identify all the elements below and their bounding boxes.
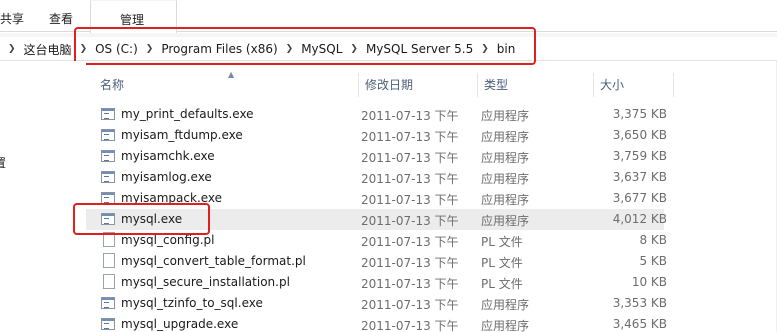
sort-up-icon: ▲	[228, 70, 235, 79]
file-name: my_print_defaults.exe	[121, 107, 254, 121]
file-date: 2011-07-13 下午	[361, 172, 459, 186]
file-name: mysql_upgrade.exe	[121, 317, 239, 331]
file-size: 3,637 KB	[612, 170, 667, 184]
file-date: 2011-07-13 下午	[361, 298, 459, 312]
exe-icon	[101, 171, 115, 183]
column-header-type[interactable]: 类型	[478, 73, 594, 97]
column-header-type-label: 类型	[484, 78, 509, 92]
file-type: 应用程序	[481, 109, 530, 123]
document-icon	[103, 274, 115, 289]
tab-manage-label: 管理	[120, 13, 145, 27]
file-date: 2011-07-13 下午	[361, 214, 459, 228]
file-type: PL 文件	[481, 256, 523, 270]
file-type: 应用程序	[481, 319, 530, 332]
column-headers: ▲ 名称 修改日期 类型 大小	[86, 70, 777, 97]
file-type: PL 文件	[481, 277, 523, 291]
exe-icon	[101, 318, 115, 330]
file-date: 2011-07-13 下午	[361, 256, 459, 270]
file-date: 2011-07-13 下午	[361, 235, 459, 249]
file-size: 3,375 KB	[612, 107, 667, 121]
file-type: PL 文件	[481, 235, 523, 249]
file-date: 2011-07-13 下午	[361, 109, 459, 123]
column-header-size[interactable]: 大小	[594, 73, 674, 97]
column-header-date[interactable]: 修改日期	[359, 73, 478, 97]
file-name: myisamchk.exe	[121, 149, 215, 163]
exe-icon	[101, 150, 115, 162]
column-header-name-label: 名称	[100, 78, 125, 92]
file-name: mysql_secure_installation.pl	[121, 275, 290, 289]
file-type: 应用程序	[481, 130, 530, 144]
column-header-date-label: 修改日期	[365, 78, 414, 92]
exe-icon	[101, 108, 115, 120]
mysql-exe-highlight-box	[73, 203, 210, 235]
file-row[interactable]: mysql_tzinfo_to_sql.exe 2011-07-13 下午 应用…	[86, 293, 777, 314]
file-type: 应用程序	[481, 172, 530, 186]
file-size: 3,650 KB	[612, 128, 667, 142]
file-date: 2011-07-13 下午	[361, 151, 459, 165]
file-name: mysql_config.pl	[121, 233, 215, 247]
file-name: myisam_ftdump.exe	[121, 128, 243, 142]
nav-pane-item-fragment[interactable]: 置	[0, 154, 6, 171]
file-date: 2011-07-13 下午	[361, 193, 459, 207]
file-name: mysql_tzinfo_to_sql.exe	[121, 296, 263, 310]
file-row[interactable]: mysql_convert_table_format.pl 2011-07-13…	[86, 251, 777, 272]
file-type: 应用程序	[481, 193, 530, 207]
file-size: 8 KB	[639, 233, 667, 247]
file-row[interactable]: myisamlog.exe 2011-07-13 下午 应用程序 3,637 K…	[86, 167, 777, 188]
chevron-right-icon[interactable]: ❯	[8, 44, 16, 54]
file-row[interactable]: myisam_ftdump.exe 2011-07-13 下午 应用程序 3,6…	[86, 125, 777, 146]
navigation-pane: 置	[0, 61, 86, 332]
file-row[interactable]: my_print_defaults.exe 2011-07-13 下午 应用程序…	[86, 104, 777, 125]
file-date: 2011-07-13 下午	[361, 319, 459, 332]
exe-icon	[101, 297, 115, 309]
file-size: 10 KB	[631, 275, 667, 289]
tab-view[interactable]: 查看	[49, 10, 73, 27]
address-highlight-box	[74, 27, 536, 65]
document-icon	[103, 253, 115, 268]
file-date: 2011-07-13 下午	[361, 277, 459, 291]
file-size: 3,759 KB	[612, 149, 667, 163]
file-date: 2011-07-13 下午	[361, 130, 459, 144]
file-row[interactable]: myisamchk.exe 2011-07-13 下午 应用程序 3,759 K…	[86, 146, 777, 167]
file-type: 应用程序	[481, 298, 530, 312]
file-size: 5 KB	[639, 254, 667, 268]
file-size: 3,465 KB	[612, 317, 667, 331]
file-row[interactable]: mysql_secure_installation.pl 2011-07-13 …	[86, 272, 777, 293]
column-header-name[interactable]: ▲ 名称	[94, 70, 359, 97]
breadcrumb-this-pc[interactable]: 这台电脑	[24, 41, 72, 58]
file-row[interactable]: mysql_upgrade.exe 2011-07-13 下午 应用程序 3,4…	[86, 314, 777, 332]
file-size: 3,677 KB	[612, 191, 667, 205]
tab-share[interactable]: 共享	[0, 10, 24, 27]
exe-icon	[101, 129, 115, 141]
file-name: myisamlog.exe	[121, 170, 212, 184]
file-type: 应用程序	[481, 214, 530, 228]
file-size: 3,353 KB	[612, 296, 667, 310]
file-type: 应用程序	[481, 151, 530, 165]
file-size: 4,012 KB	[612, 212, 667, 226]
column-header-size-label: 大小	[600, 78, 625, 92]
file-name: mysql_convert_table_format.pl	[121, 254, 306, 268]
